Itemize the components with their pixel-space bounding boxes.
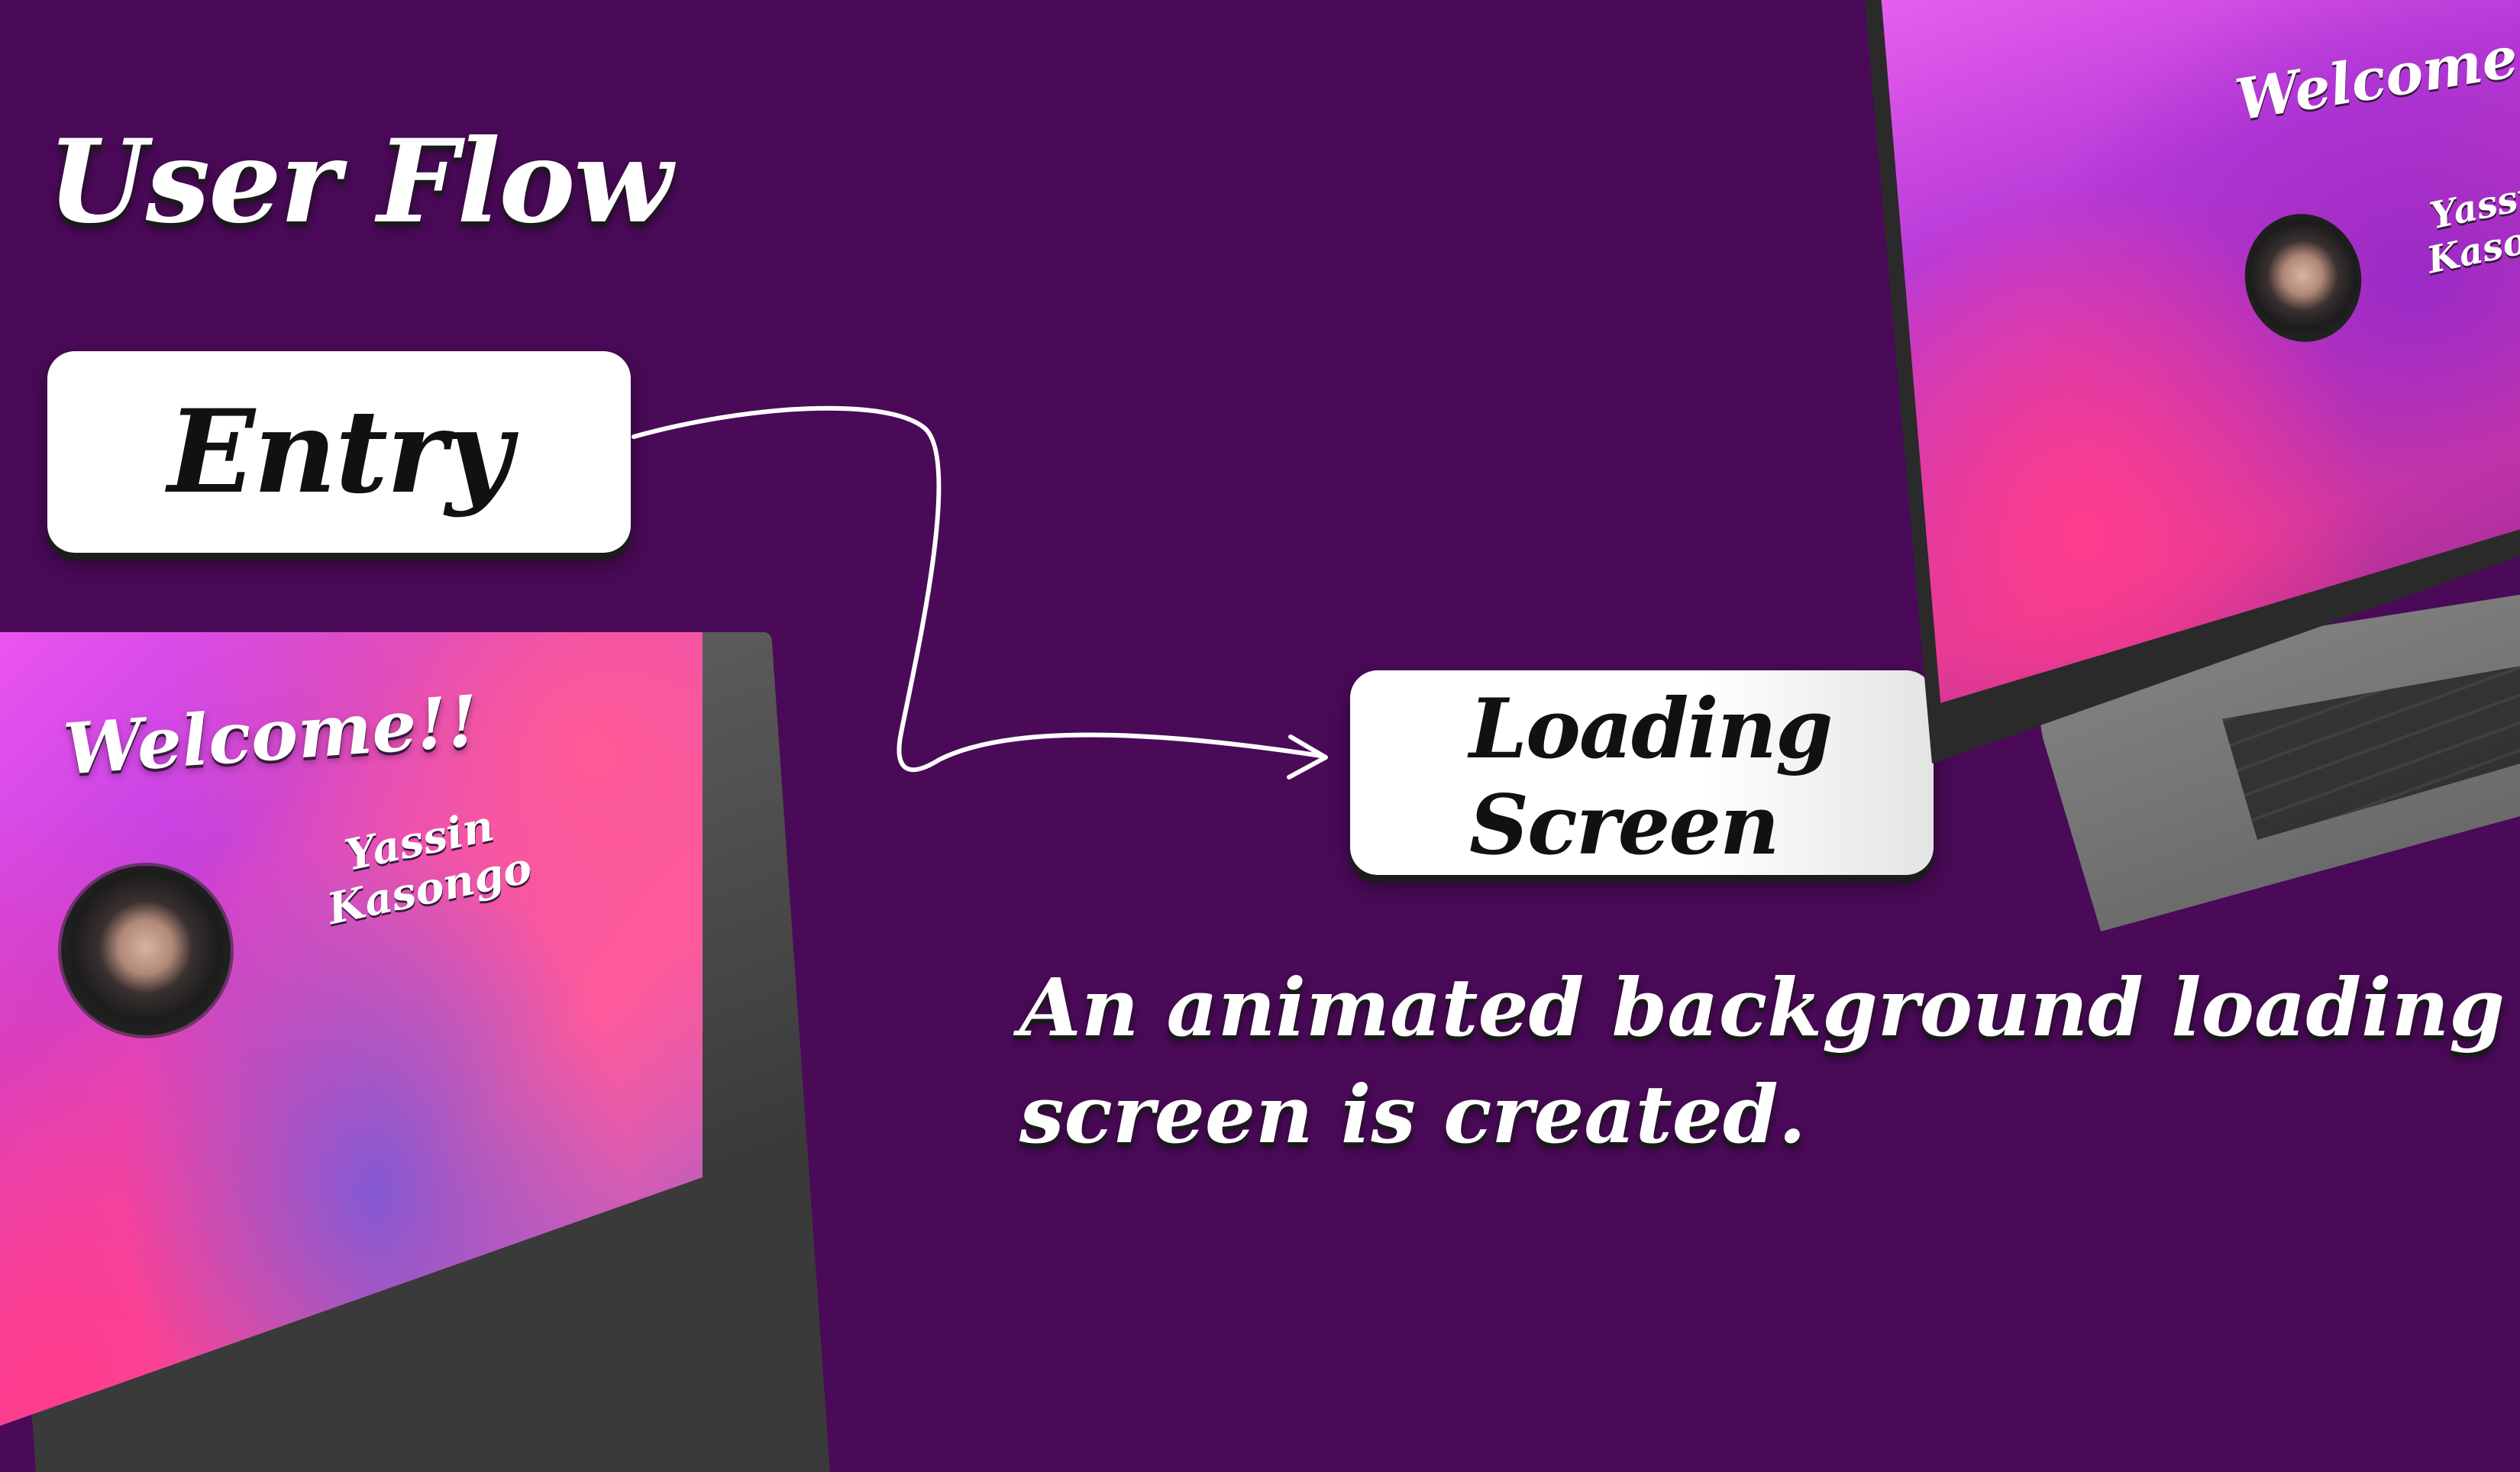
description-line-2: screen is created.	[1019, 1067, 1806, 1161]
left-user-name: Yassin Kasongo	[313, 796, 536, 935]
right-user-avatar	[2234, 205, 2372, 351]
flow-description: An animated background loading screen is…	[1019, 954, 2505, 1168]
loading-step-label-line2: Screen	[1469, 777, 1780, 873]
left-user-avatar	[61, 866, 231, 1035]
loading-screen-step-box: Loading Screen	[1350, 670, 1934, 875]
loading-step-label-line1: Loading	[1469, 681, 1833, 777]
left-laptop-mockup: Welcome!! Yassin Kasongo	[0, 632, 830, 1472]
right-user-name: Yassin Kasong	[2415, 166, 2520, 282]
right-laptop-mockup: Welcome!! Yassin Kasong	[1863, 0, 2520, 977]
right-welcome-heading: Welcome!!	[2231, 16, 2520, 134]
left-welcome-heading: Welcome!!	[61, 680, 481, 791]
